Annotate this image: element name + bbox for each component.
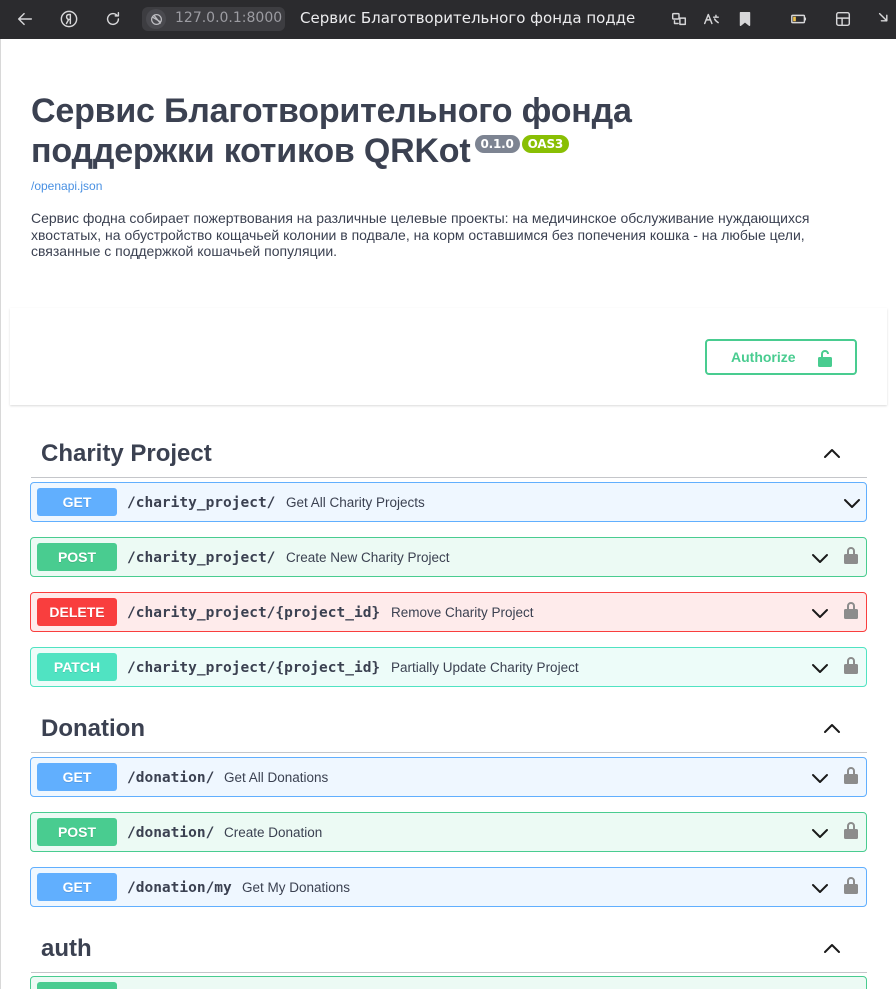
reload-icon[interactable] [102, 8, 124, 30]
operation-summary: Remove Charity Project [391, 605, 534, 620]
chevron-down-icon[interactable] [810, 823, 830, 843]
swagger-page: Сервис Благотворительного фонда поддержк… [0, 39, 896, 989]
operation-post-donation[interactable]: POST /donation/ Create Donation [30, 812, 867, 852]
padlock-icon[interactable] [844, 601, 858, 619]
unlocked-padlock-icon [818, 350, 832, 367]
operation-auth-partial[interactable] [30, 976, 867, 989]
browser-toolbar: 127.0.0.1:8000 Сервис Благотворительного… [0, 0, 896, 39]
operation-post-charity-project[interactable]: POST /charity_project/ Create New Charit… [30, 537, 867, 577]
operation-path: /charity_project/ [127, 495, 276, 511]
operation-path: /charity_project/ [127, 550, 276, 566]
bookmark-icon[interactable] [734, 8, 756, 30]
padlock-icon[interactable] [844, 656, 858, 674]
reader-mode-icon[interactable] [700, 8, 722, 30]
operation-get-donations[interactable]: GET /donation/ Get All Donations [30, 757, 867, 797]
operation-path: /charity_project/{project_id} [127, 660, 381, 676]
site-info-icon[interactable] [146, 9, 166, 29]
tag-name: Donation [41, 715, 145, 742]
page-title-tab: Сервис Благотворительного фонда поддер..… [300, 9, 635, 27]
chevron-down-icon[interactable] [810, 658, 830, 678]
operation-get-my-donations[interactable]: GET /donation/my Get My Donations [30, 867, 867, 907]
operation-summary: Create Donation [224, 825, 323, 840]
url-text[interactable]: 127.0.0.1:8000 [175, 10, 282, 26]
api-info: Сервис Благотворительного фонда поддержк… [31, 91, 871, 193]
api-title-line1: Сервис Благотворительного фонда [31, 92, 632, 130]
openapi-json-link[interactable]: /openapi.json [31, 179, 871, 193]
operation-summary: Get My Donations [242, 880, 351, 895]
chevron-up-icon[interactable] [821, 937, 843, 959]
extensions-icon[interactable] [832, 8, 854, 30]
downloads-icon[interactable] [874, 8, 896, 30]
method-badge: POST [37, 543, 117, 571]
tag-name: Charity Project [41, 440, 212, 467]
yandex-logo-icon[interactable] [58, 8, 80, 30]
chevron-down-icon[interactable] [842, 493, 862, 513]
back-arrow-icon[interactable] [14, 8, 36, 30]
battery-icon[interactable] [788, 8, 810, 30]
method-badge: PATCH [37, 653, 117, 681]
api-title: Сервис Благотворительного фонда поддержк… [31, 91, 871, 171]
operation-patch-charity-project[interactable]: PATCH /charity_project/{project_id} Part… [30, 647, 867, 687]
operation-get-charity-projects[interactable]: GET /charity_project/ Get All Charity Pr… [30, 482, 867, 522]
tag-donation[interactable]: Donation [31, 705, 867, 753]
authorize-label: Authorize [731, 349, 796, 365]
tag-name: auth [41, 935, 92, 962]
method-badge: POST [37, 818, 117, 846]
chevron-down-icon[interactable] [810, 878, 830, 898]
translate-page-icon[interactable] [668, 8, 690, 30]
operation-path: /donation/ [127, 825, 215, 841]
version-badge: 0.1.0 [474, 135, 520, 153]
chevron-down-icon[interactable] [810, 548, 830, 568]
method-badge [37, 982, 117, 989]
operation-summary: Get All Donations [224, 770, 329, 785]
chevron-up-icon[interactable] [821, 717, 843, 739]
operation-summary: Get All Charity Projects [286, 495, 425, 510]
oas-badge: OAS3 [521, 135, 570, 153]
method-badge: GET [37, 873, 117, 901]
method-badge: DELETE [37, 598, 117, 626]
api-title-line2: поддержки котиков QRKot [31, 132, 471, 170]
operation-path: /charity_project/{project_id} [127, 605, 381, 621]
operation-summary: Partially Update Charity Project [391, 660, 579, 675]
operation-delete-charity-project[interactable]: DELETE /charity_project/{project_id} Rem… [30, 592, 867, 632]
padlock-icon[interactable] [844, 766, 858, 784]
operation-summary: Create New Charity Project [286, 550, 450, 565]
tag-charity-project[interactable]: Charity Project [31, 430, 867, 478]
operation-path: /donation/my [127, 880, 232, 896]
padlock-icon[interactable] [844, 876, 858, 894]
padlock-icon[interactable] [844, 821, 858, 839]
operation-path: /donation/ [127, 770, 215, 786]
api-description: Сервис фодна собирает пожертвования на р… [31, 210, 810, 259]
tag-auth[interactable]: auth [31, 925, 867, 973]
method-badge: GET [37, 488, 117, 516]
chevron-down-icon[interactable] [810, 603, 830, 623]
chevron-down-icon[interactable] [810, 768, 830, 788]
chevron-up-icon[interactable] [821, 442, 843, 464]
padlock-icon[interactable] [844, 546, 858, 564]
authorize-button[interactable]: Authorize [705, 339, 857, 375]
method-badge: GET [37, 763, 117, 791]
